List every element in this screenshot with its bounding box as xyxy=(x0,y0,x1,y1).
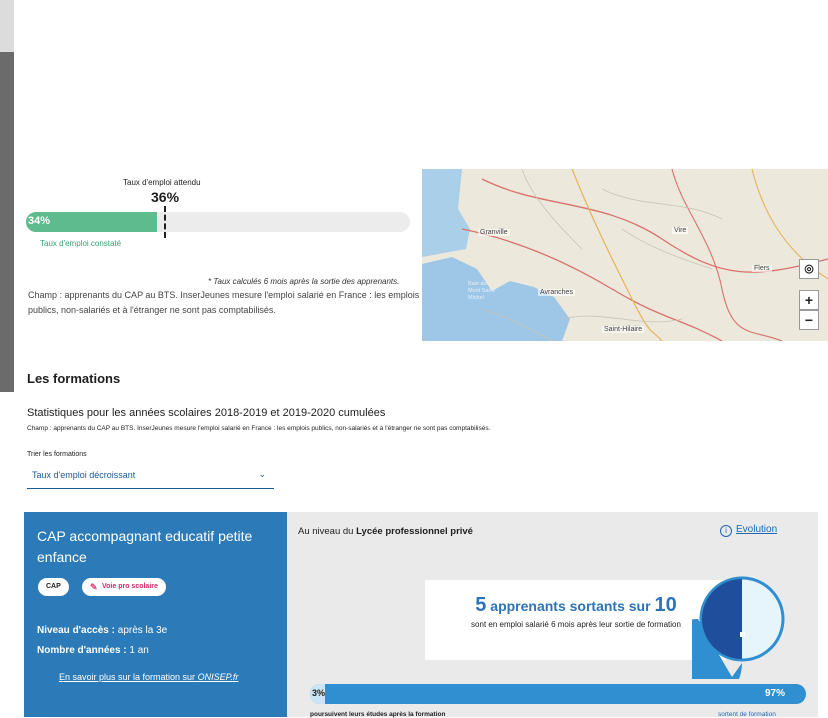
access-level-line: Niveau d'accès : après la 3e xyxy=(37,625,167,636)
map-bay-label: Baie du Mont Saint-Michel xyxy=(468,281,497,301)
zoom-in-button[interactable]: + xyxy=(799,290,819,310)
years-value: 1 an xyxy=(129,645,149,656)
continuing-studies-value: 3% xyxy=(312,688,326,698)
level-heading: Au niveau du Lycée professionnel privé xyxy=(298,526,473,537)
employment-rate-bar xyxy=(26,212,410,232)
expected-rate-value: 36% xyxy=(151,189,180,205)
sort-label: Trier les formations xyxy=(27,451,87,458)
chevron-down-icon: ⌄ xyxy=(258,469,266,479)
map-city-label: Vire xyxy=(672,227,689,234)
level-prefix: Au niveau du xyxy=(298,526,354,537)
formation-card: CAP accompagnant educatif petite enfance… xyxy=(24,512,287,717)
background-image-top xyxy=(0,0,14,52)
result-mid-text: apprenants sortants sur xyxy=(490,598,651,614)
leaving-value: 97% xyxy=(765,688,786,699)
observed-rate-label: Taux d'emploi constaté xyxy=(40,239,122,248)
years-line: Nombre d'années : 1 an xyxy=(37,645,149,656)
result-subtext: sont en emploi salarié 6 mois après leur… xyxy=(471,620,681,629)
establishment-name: Lycée professionnel privé xyxy=(356,526,473,537)
expected-rate-marker xyxy=(164,206,166,238)
sort-select[interactable]: Taux d'emploi décroissant ⌄ xyxy=(27,465,274,489)
employment-rate-panel: Taux d'emploi attendu 36% 34% Taux d'emp… xyxy=(14,169,422,341)
map-city-label: Saint-Hilaire xyxy=(602,326,645,333)
evolution-link[interactable]: i Evolution xyxy=(720,524,777,537)
expected-rate-label: Taux d'emploi attendu xyxy=(123,178,201,187)
employment-gauge xyxy=(692,576,785,679)
map-city-label: Granville xyxy=(478,229,510,236)
map-city-label: Flers xyxy=(752,265,772,272)
gauge-center-mark xyxy=(740,632,745,637)
map-tiles xyxy=(422,169,828,341)
result-box: 5 apprenants sortants sur 10 sont en emp… xyxy=(425,580,727,660)
result-count: 5 xyxy=(475,594,487,616)
map-city-label: Avranches xyxy=(538,289,575,296)
locate-target-icon[interactable]: ◎ xyxy=(799,259,819,279)
access-level-value: après la 3e xyxy=(117,625,168,636)
pencil-icon: ✎ xyxy=(90,582,98,592)
rate-scope-note: Champ : apprenants du CAP au BTS. InserJ… xyxy=(28,290,420,315)
background-image-strip xyxy=(0,52,14,392)
result-total: 10 xyxy=(654,594,677,616)
access-level-label: Niveau d'accès : xyxy=(37,625,115,636)
track-tag-label: Voie pro scolaire xyxy=(102,583,158,590)
sort-selected-value: Taux d'emploi décroissant xyxy=(32,470,136,480)
study-continuation-bar xyxy=(310,684,806,704)
section-title: Les formations xyxy=(27,371,121,386)
onisep-link-site: ONISEP.fr xyxy=(197,672,239,682)
result-headline: 5 apprenants sortants sur 10 xyxy=(445,594,707,617)
observed-rate-value: 34% xyxy=(28,215,51,227)
years-label: Nombre d'années : xyxy=(37,645,127,656)
onisep-link-text: En savoir plus sur la formation sur xyxy=(59,672,198,682)
stats-title: Statistiques pour les années scolaires 2… xyxy=(27,407,386,419)
stats-scope-note: Champ : apprenants du CAP au BTS. InserJ… xyxy=(27,425,491,432)
location-map[interactable]: Granville Vire Flers Avranches Saint-Hil… xyxy=(422,169,828,341)
rate-footnote: * Taux calculés 6 mois après la sortie d… xyxy=(208,277,400,286)
level-panel: Au niveau du Lycée professionnel privé i… xyxy=(287,512,818,718)
info-icon: i xyxy=(720,525,732,537)
onisep-link[interactable]: En savoir plus sur la formation sur ONIS… xyxy=(59,672,238,682)
formation-title: CAP accompagnant educatif petite enfance xyxy=(37,528,253,565)
level-tag: CAP xyxy=(38,578,69,596)
evolution-label: Evolution xyxy=(736,524,778,535)
zoom-out-button[interactable]: − xyxy=(799,310,819,330)
track-tag: ✎ Voie pro scolaire xyxy=(82,578,166,596)
